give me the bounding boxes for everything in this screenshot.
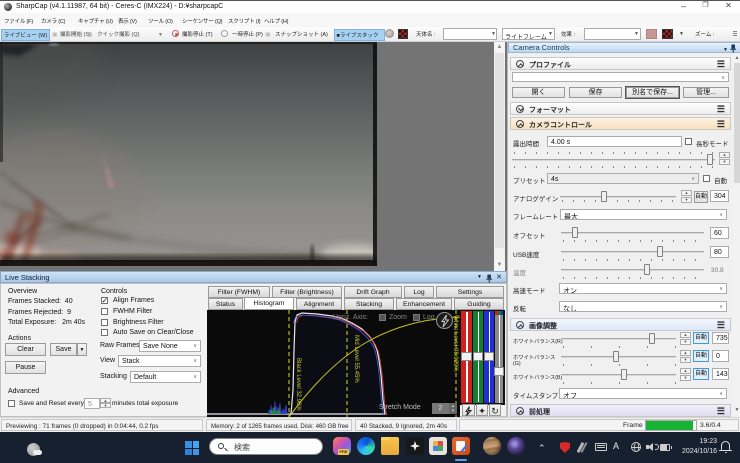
svg-text:Black Level 32.96%: Black Level 32.96% — [295, 358, 301, 411]
svg-text:Mid Level 55.45%: Mid Level 55.45% — [353, 335, 359, 383]
svg-text:White Level 98.929%: White Level 98.929% — [452, 315, 458, 372]
